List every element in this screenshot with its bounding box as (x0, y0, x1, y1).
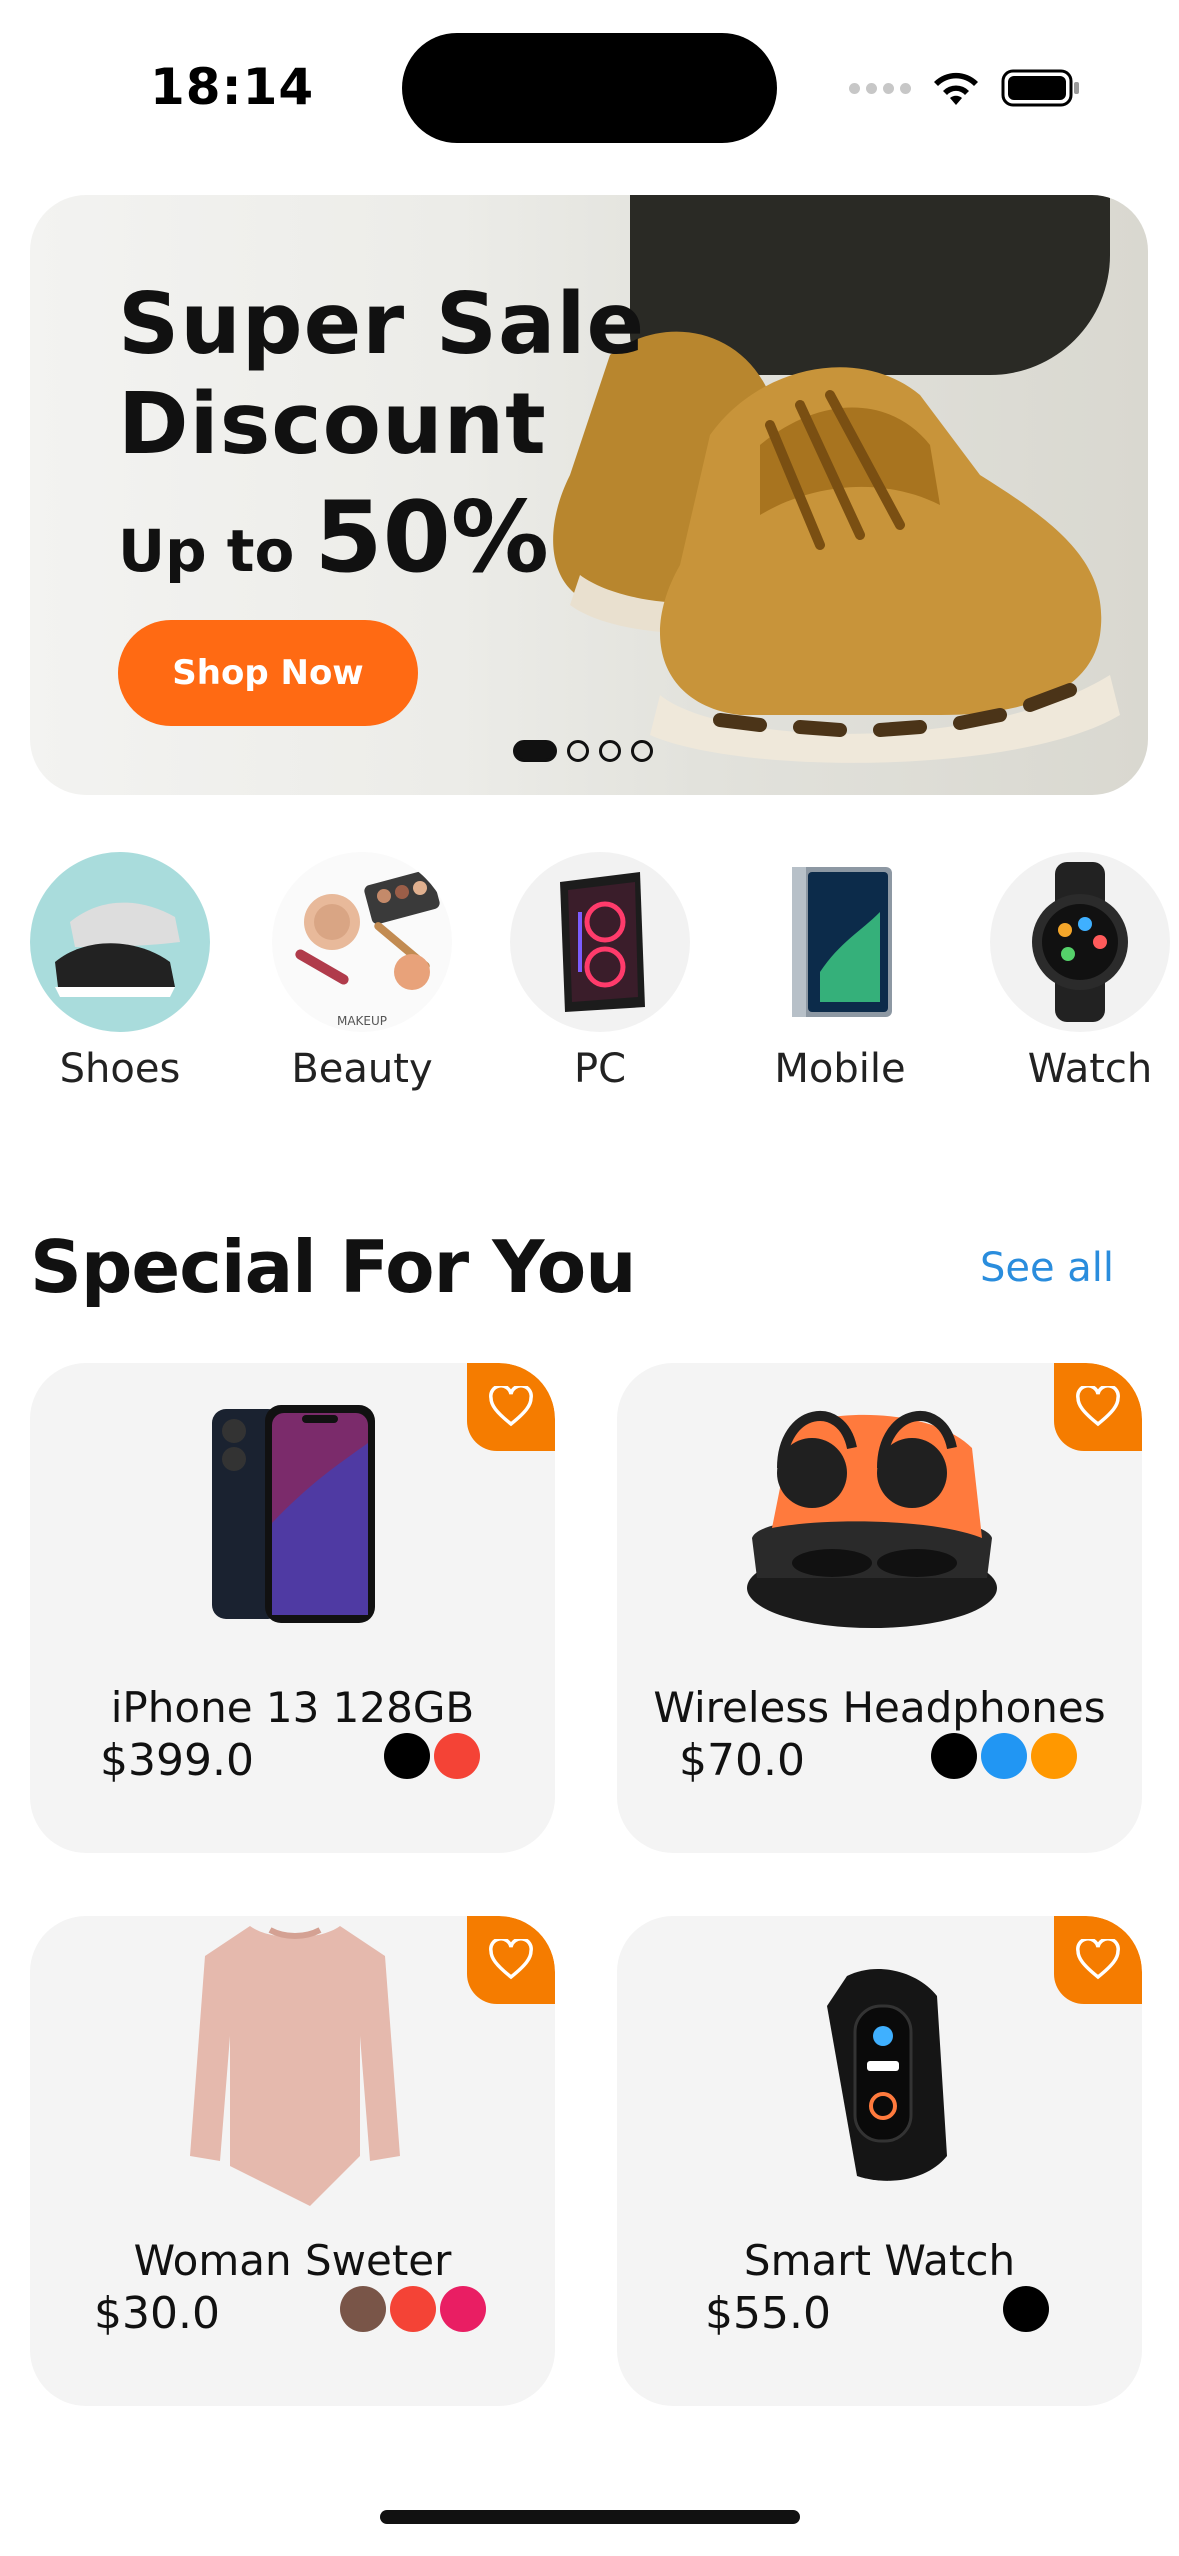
product-price: $399.0 (100, 1735, 254, 1786)
product-card-sweater[interactable]: Woman Sweter $30.0 (30, 1916, 555, 2406)
carousel-dot[interactable] (631, 740, 653, 762)
product-card-smartwatch[interactable]: Smart Watch $55.0 (617, 1916, 1142, 2406)
heart-icon (489, 1386, 533, 1427)
product-price: $30.0 (94, 2288, 220, 2339)
color-swatches[interactable] (336, 2286, 486, 2332)
smartwatch-icon (990, 852, 1170, 1032)
carousel-dot-active[interactable] (513, 740, 557, 762)
heart-icon (1076, 1386, 1120, 1427)
color-swatches[interactable] (999, 2286, 1049, 2332)
section-title: Special For You (30, 1225, 636, 1309)
wifi-icon (934, 72, 978, 105)
banner-headline-2: Discount (118, 375, 547, 474)
smartphone-icon (750, 852, 930, 1032)
product-name: Woman Sweter (133, 2236, 452, 2285)
favorite-button[interactable] (1054, 1363, 1142, 1451)
status-icons (849, 62, 1081, 114)
pc-tower-icon (510, 852, 690, 1032)
makeup-caption: MAKEUP (336, 1014, 388, 1028)
category-pc[interactable]: PC (510, 852, 690, 1092)
color-swatches[interactable] (927, 1733, 1077, 1779)
color-swatch-brown[interactable] (340, 2286, 386, 2332)
carousel-indicator[interactable] (513, 740, 653, 762)
category-label: Mobile (774, 1046, 906, 1092)
color-swatch-pink[interactable] (440, 2286, 486, 2332)
product-name: Wireless Headphones (653, 1683, 1106, 1732)
cellular-signal-icon (849, 82, 911, 94)
carousel-dot[interactable] (599, 740, 621, 762)
color-swatch-black[interactable] (384, 1733, 430, 1779)
favorite-button[interactable] (1054, 1916, 1142, 2004)
color-swatch-blue[interactable] (981, 1733, 1027, 1779)
wireless-headphones-image (747, 1411, 997, 1628)
status-time: 18:14 (150, 58, 315, 116)
favorite-button[interactable] (467, 1916, 555, 2004)
color-swatch-black[interactable] (931, 1733, 977, 1779)
carousel-dot[interactable] (567, 740, 589, 762)
category-mobile[interactable]: Mobile (750, 852, 930, 1092)
category-label: Watch (1027, 1046, 1153, 1092)
category-shoes[interactable]: Shoes (30, 852, 210, 1092)
product-name: Smart Watch (743, 2236, 1016, 2285)
fitness-band-image (827, 1968, 947, 2181)
banner-headline-1: Super Sale (118, 275, 646, 374)
color-swatches[interactable] (380, 1733, 480, 1779)
product-card-headphones[interactable]: Wireless Headphones $70.0 (617, 1363, 1142, 1853)
category-label: PC (573, 1046, 627, 1092)
sneakers-icon (30, 852, 210, 1032)
sweater-image (190, 1926, 400, 2206)
heart-icon (489, 1939, 533, 1980)
color-swatch-black[interactable] (1003, 2286, 1049, 2332)
promo-banner[interactable]: Super Sale Discount Up to 50% Shop Now (30, 195, 1148, 795)
heart-icon (1076, 1939, 1120, 1980)
category-label: Beauty (291, 1046, 433, 1092)
color-swatch-orange[interactable] (1031, 1733, 1077, 1779)
banner-up-to: Up to (118, 517, 295, 585)
color-swatch-red[interactable] (434, 1733, 480, 1779)
dynamic-island (402, 33, 777, 143)
category-beauty[interactable]: MAKEUP Beauty (272, 852, 452, 1092)
favorite-button[interactable] (467, 1363, 555, 1451)
iphone-image (212, 1405, 375, 1623)
shop-now-button[interactable]: Shop Now (118, 620, 418, 726)
battery-icon (1001, 69, 1079, 107)
banner-discount-percent: 50% (314, 481, 549, 595)
makeup-icon: MAKEUP (272, 852, 452, 1032)
see-all-link[interactable]: See all (980, 1245, 1114, 1291)
product-price: $70.0 (679, 1735, 805, 1786)
category-label: Shoes (59, 1046, 181, 1092)
home-indicator[interactable] (380, 2510, 800, 2524)
product-card-iphone[interactable]: iPhone 13 128GB $399.0 (30, 1363, 555, 1853)
color-swatch-red[interactable] (390, 2286, 436, 2332)
banner-copy: Super Sale Discount Up to 50% (118, 275, 645, 595)
category-watch[interactable]: Watch (990, 852, 1179, 1092)
product-name: iPhone 13 128GB (110, 1683, 475, 1732)
product-price: $55.0 (705, 2288, 831, 2339)
